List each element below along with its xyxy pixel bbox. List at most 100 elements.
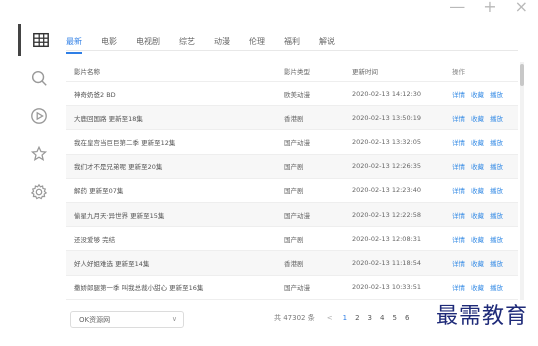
table-row: 好人好姐难选 更新至14集 香港剧 2020-02-13 11:18:54 详情 收藏播… xyxy=(66,251,518,276)
scrollbar-thumb[interactable] xyxy=(520,64,524,86)
row-name: 好人好姐难选 更新至14集 xyxy=(74,259,150,268)
row-actions: 详情 收藏 播放 xyxy=(452,234,518,244)
sidebar-item-play[interactable] xyxy=(18,100,60,132)
table-row: 还没爱够 完结 国产剧 2020-02-13 12:08:31 详情 收藏 播放 xyxy=(66,227,518,252)
row-actions: 详情 收藏 播放 xyxy=(452,210,518,220)
source-select[interactable]: OK资源网 ∨ xyxy=(70,311,184,328)
row-name: 神奇奶爸2 BD xyxy=(74,90,116,99)
detail-link[interactable]: 详情 xyxy=(452,113,465,123)
favorite-link[interactable]: 收藏 xyxy=(471,282,484,292)
table-header: 影片名称 影片类型 更新时间 操作 xyxy=(66,60,518,82)
detail-link[interactable]: 详情 xyxy=(452,258,465,268)
favorite-link[interactable]: 收藏 xyxy=(471,89,484,99)
tab-1[interactable]: 电影 xyxy=(101,36,117,54)
row-time: 2020-02-13 14:12:30 xyxy=(352,89,422,98)
table-icon xyxy=(32,32,49,48)
row-time: 2020-02-13 12:23:40 xyxy=(352,186,422,195)
play-link[interactable]: 播放 xyxy=(490,137,503,147)
sidebar-item-favorites[interactable] xyxy=(18,138,60,170)
tab-5[interactable]: 伦理 xyxy=(249,36,265,54)
header-actions: 操作 xyxy=(452,67,465,76)
detail-link[interactable]: 详情 xyxy=(452,210,465,220)
play-link[interactable]: 播放 xyxy=(490,161,503,171)
row-type: 国产剧 xyxy=(284,187,304,196)
row-actions: 详情 收藏 播放 xyxy=(452,137,518,147)
tab-3[interactable]: 综艺 xyxy=(179,36,195,54)
row-time: 2020-02-13 13:50:19 xyxy=(352,113,422,122)
row-name: 大鹿回国路 更新至18集 xyxy=(74,114,143,123)
minimize-button[interactable]: — xyxy=(449,0,465,15)
detail-link[interactable]: 详情 xyxy=(452,137,465,147)
page-button[interactable]: 6 xyxy=(405,314,409,322)
play-icon xyxy=(31,108,47,124)
favorite-link[interactable]: 收藏 xyxy=(471,161,484,171)
row-time: 2020-02-13 12:26:35 xyxy=(352,162,422,171)
row-type: 香港剧 xyxy=(284,259,304,268)
page-button[interactable]: 3 xyxy=(368,314,372,322)
play-link[interactable]: 播放 xyxy=(490,258,503,268)
sidebar-item-settings[interactable] xyxy=(18,176,60,208)
row-type: 国产动漫 xyxy=(284,284,310,293)
prev-page-button[interactable]: < xyxy=(327,314,333,322)
row-actions: 详情 收藏 播放 xyxy=(452,185,518,195)
close-button[interactable]: × xyxy=(515,0,528,15)
detail-link[interactable]: 详情 xyxy=(452,185,465,195)
page-button[interactable]: 5 xyxy=(392,314,396,322)
gear-icon xyxy=(30,183,48,200)
row-time: 2020-02-13 12:08:31 xyxy=(352,234,422,243)
row-time: 2020-02-13 13:32:05 xyxy=(352,137,422,146)
table-scrollbar[interactable] xyxy=(520,62,524,300)
table-row: 我们才不是兄弟呢 更新至20集 国产剧 2020-02-13 12:26:35 详情收… xyxy=(66,154,518,179)
table-row: 偷星九月天·异世界 更新至15集 国产动漫 2020-02-13 12:22:58 详… xyxy=(66,202,518,228)
play-link[interactable]: 播放 xyxy=(490,210,503,220)
row-actions: 详情 收藏 播放 xyxy=(452,89,518,99)
sidebar-item-list[interactable] xyxy=(18,24,60,56)
detail-link[interactable]: 详情 xyxy=(452,161,465,171)
row-name: 我们才不是兄弟呢 更新至20集 xyxy=(74,163,163,172)
row-name: 解药 更新至07集 xyxy=(74,187,124,196)
favorite-link[interactable]: 收藏 xyxy=(471,185,484,195)
play-link[interactable]: 播放 xyxy=(490,185,503,195)
play-link[interactable]: 播放 xyxy=(490,234,503,244)
play-link[interactable]: 播放 xyxy=(490,89,503,99)
watermark-logo: 最需教育 xyxy=(435,304,528,329)
row-type: 欧美动漫 xyxy=(284,90,310,99)
pagination-total: 共 47302 条 xyxy=(274,314,315,322)
tab-0[interactable]: 最新 xyxy=(66,36,82,54)
window-controls: — + × xyxy=(449,0,528,15)
favorite-link[interactable]: 收藏 xyxy=(471,137,484,147)
tab-7[interactable]: 解说 xyxy=(319,36,335,54)
row-name: 还没爱够 完结 xyxy=(74,235,116,244)
table-row: 我在皇宫当巨巨第二季 更新至12集 国产动漫 2020-02-13 13:32:05… xyxy=(66,130,518,155)
favorite-link[interactable]: 收藏 xyxy=(471,210,484,220)
play-link[interactable]: 播放 xyxy=(490,113,503,123)
tab-6[interactable]: 福利 xyxy=(284,36,300,54)
tab-4[interactable]: 动漫 xyxy=(214,36,230,54)
row-actions: 详情 收藏 播放 xyxy=(452,113,518,123)
favorite-link[interactable]: 收藏 xyxy=(471,113,484,123)
row-time: 2020-02-13 11:18:54 xyxy=(352,258,422,267)
page-button[interactable]: 4 xyxy=(380,314,384,322)
detail-link[interactable]: 详情 xyxy=(452,89,465,99)
favorite-link[interactable]: 收藏 xyxy=(471,234,484,244)
row-actions: 详情 收藏 播放 xyxy=(452,282,518,292)
tab-2[interactable]: 电视剧 xyxy=(136,36,160,54)
tabs-divider xyxy=(66,50,518,51)
table-row: 大鹿回国路 更新至18集 香港剧 2020-02-13 13:50:19 详情 收藏 播放 xyxy=(66,106,518,131)
pagination: 共 47302 条 < 12 345 6 xyxy=(274,313,417,323)
row-type: 国产剧 xyxy=(284,163,304,172)
maximize-button[interactable]: + xyxy=(483,0,496,15)
sidebar-item-search[interactable] xyxy=(18,62,60,94)
page-button[interactable]: 2 xyxy=(355,314,359,322)
sidebar xyxy=(18,24,60,324)
detail-link[interactable]: 详情 xyxy=(452,282,465,292)
star-icon xyxy=(30,145,48,161)
favorite-link[interactable]: 收藏 xyxy=(471,258,484,268)
play-link[interactable]: 播放 xyxy=(490,282,503,292)
detail-link[interactable]: 详情 xyxy=(452,234,465,244)
page-button[interactable]: 1 xyxy=(343,314,347,322)
row-type: 国产动漫 xyxy=(284,138,310,147)
video-table: 影片名称 影片类型 更新时间 操作 神奇奶爸2 BD 欧美动漫 2020-02-13… xyxy=(66,60,518,300)
row-name: 我在皇宫当巨巨第二季 更新至12集 xyxy=(74,138,176,147)
table-row: 神奇奶爸2 BD 欧美动漫 2020-02-13 14:12:30 详情 收藏 播放 xyxy=(66,82,518,107)
